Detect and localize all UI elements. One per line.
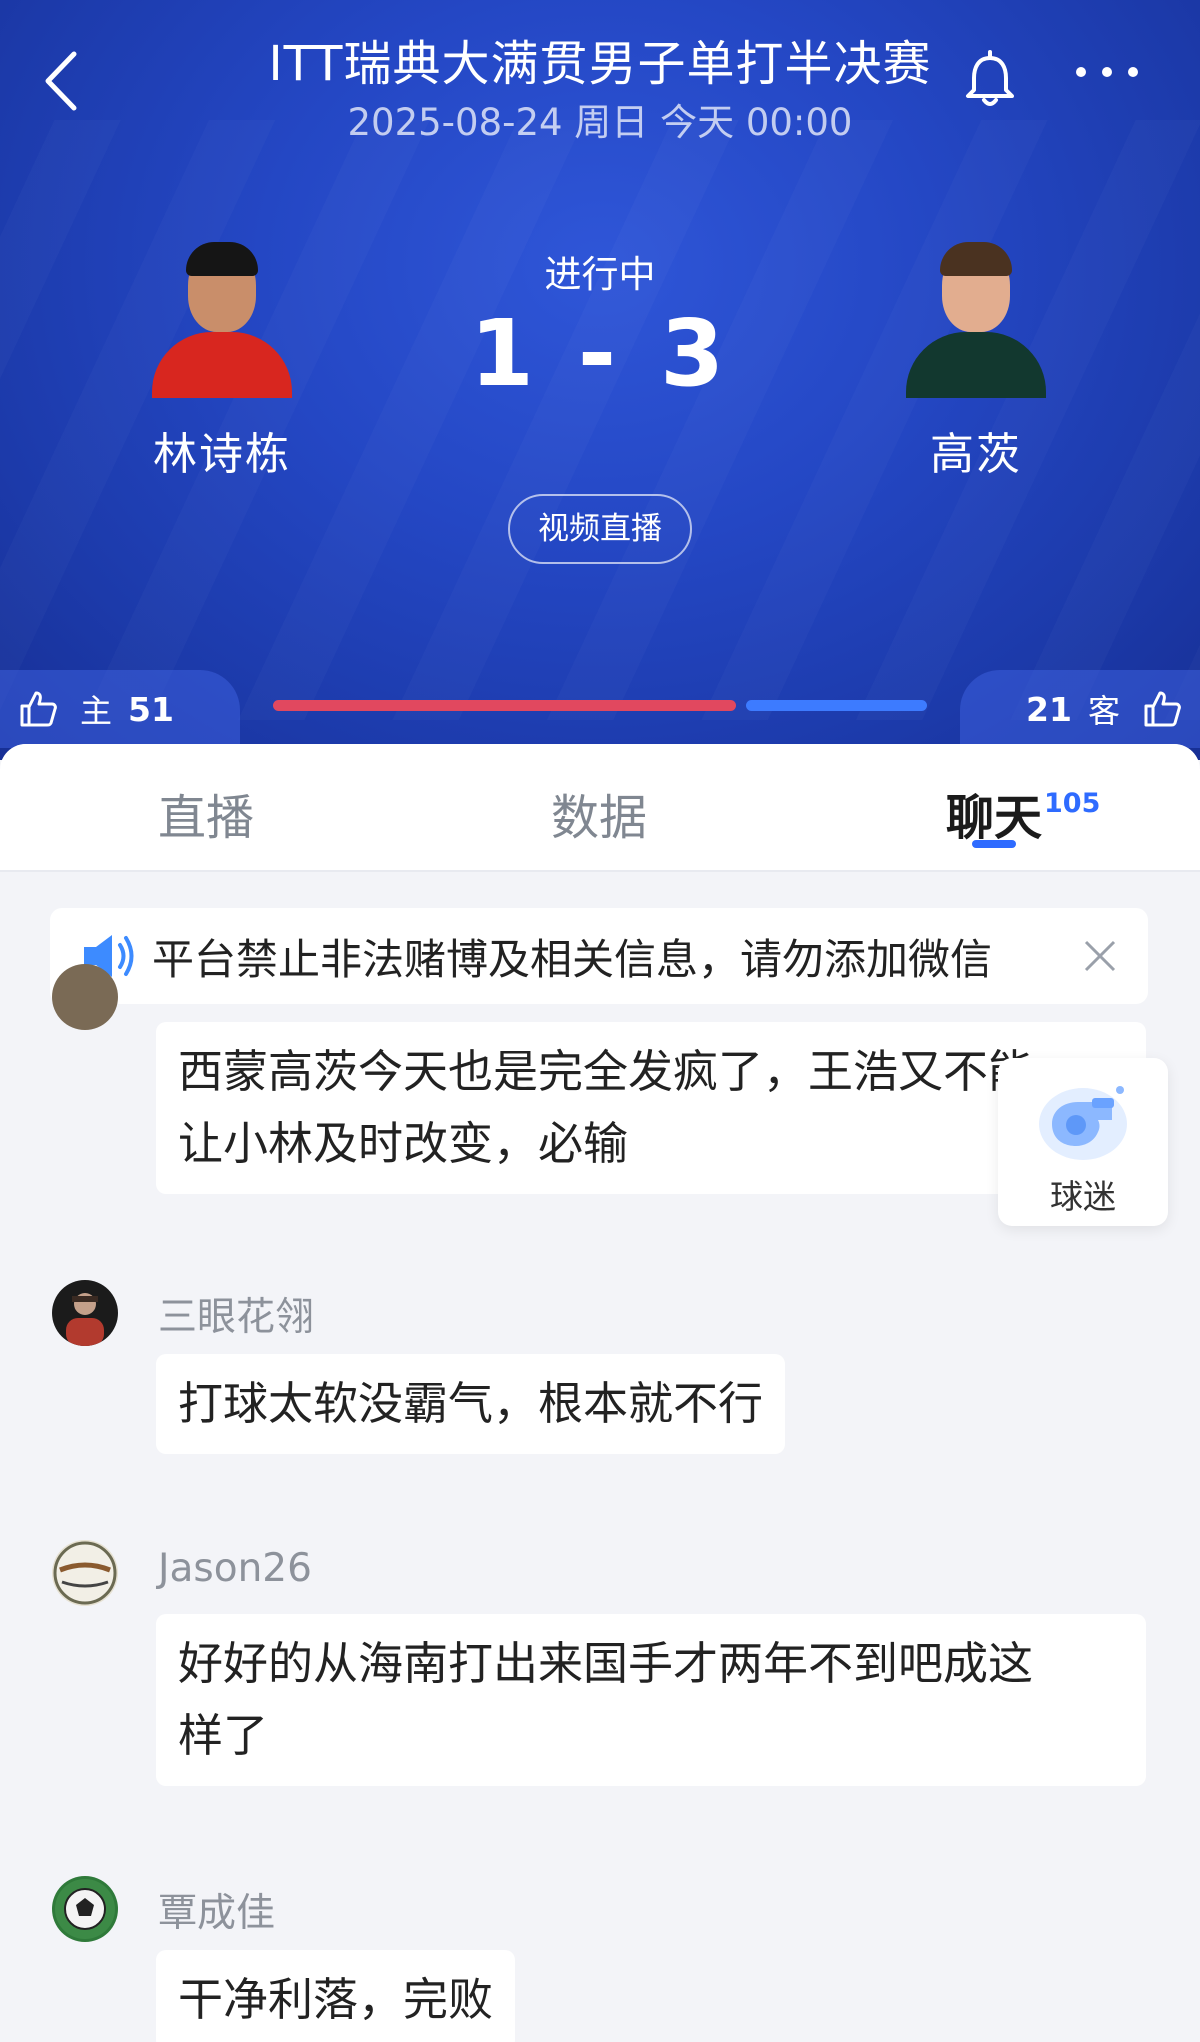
user-avatar[interactable] <box>52 1280 118 1346</box>
thumbs-up-icon <box>20 691 57 727</box>
whistle-icon <box>1039 1086 1127 1160</box>
thumbs-up-icon <box>1144 691 1181 727</box>
tab-bar: 直播 数据 聊天105 <box>0 744 1200 870</box>
match-datetime: 2025-08-24 周日 今天 00:00 <box>347 101 853 144</box>
notice-text: 平台禁止非法赌博及相关信息，请勿添加微信 <box>152 934 993 984</box>
chat-bubble[interactable]: 好好的从海南打出来国手才两年不到吧成这 样了 <box>156 1614 1146 1786</box>
match-title: ITT瑞典大满贯男子单打半决赛 <box>268 36 932 92</box>
chat-bubble[interactable]: 打球太软没霸气，根本就不行 <box>156 1354 786 1454</box>
user-avatar[interactable] <box>52 1540 118 1606</box>
notice-banner: 平台禁止非法赌博及相关信息，请勿添加微信 <box>50 908 1148 1004</box>
user-avatar[interactable] <box>52 1876 118 1942</box>
fan-button[interactable]: 球迷 <box>998 1058 1168 1226</box>
away-vote-label: 客 <box>1087 692 1120 730</box>
user-avatar[interactable] <box>52 964 118 1030</box>
tab-chat[interactable]: 聊天105 <box>946 778 1100 848</box>
video-live-button[interactable]: 视频直播 <box>508 494 692 564</box>
match-score: 1 - 3 <box>469 300 731 407</box>
tab-stats[interactable]: 数据 <box>551 778 647 848</box>
more-options-icon[interactable] <box>1068 62 1148 98</box>
active-tab-indicator <box>972 840 1016 848</box>
bell-icon[interactable] <box>962 50 1018 110</box>
close-icon[interactable] <box>1082 938 1118 974</box>
away-vote-button[interactable]: 21 客 <box>960 670 1200 748</box>
home-vote-bar <box>273 700 736 711</box>
username[interactable]: Jason26 <box>158 1546 312 1591</box>
home-vote-count: 51 <box>128 689 174 729</box>
tab-live[interactable]: 直播 <box>158 778 254 848</box>
fan-label: 球迷 <box>1050 1177 1116 1216</box>
chat-bubble[interactable]: 干净利落，完败 <box>156 1950 516 2042</box>
away-vote-count: 21 <box>1026 689 1072 729</box>
away-vote-bar <box>746 700 927 711</box>
away-player-name: 高茨 <box>930 429 1022 480</box>
match-status: 进行中 <box>544 253 656 296</box>
username[interactable]: 覃成佳 <box>158 1882 275 1938</box>
home-player-name: 林诗栋 <box>153 429 291 480</box>
home-vote-label: 主 <box>80 692 113 730</box>
home-vote-button[interactable]: 主 51 <box>0 670 240 748</box>
username[interactable]: 三眼花翎 <box>158 1286 314 1342</box>
chat-count-badge: 105 <box>1044 788 1101 819</box>
